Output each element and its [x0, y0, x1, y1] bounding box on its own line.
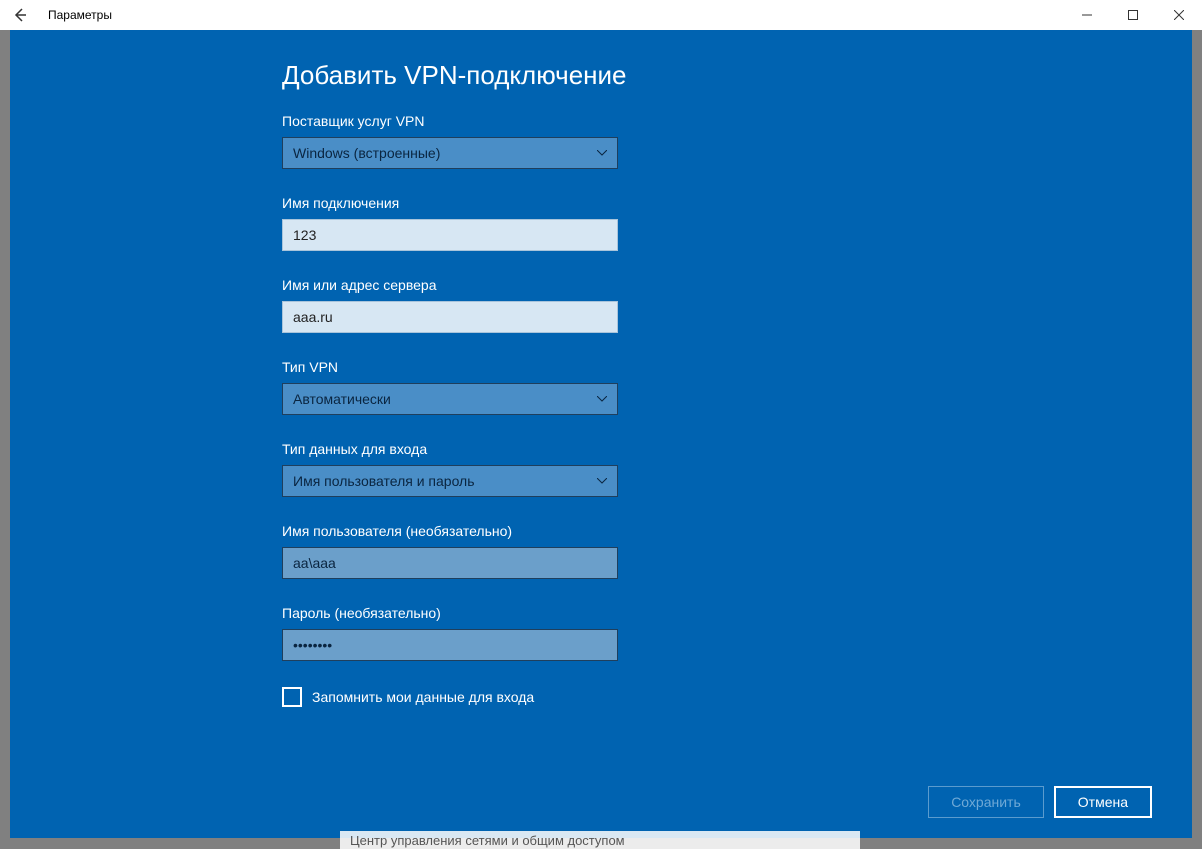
save-button[interactable]: Сохранить	[928, 786, 1044, 818]
provider-dropdown[interactable]: Windows (встроенные)	[282, 137, 618, 169]
chevron-down-icon	[597, 148, 607, 158]
server-address-label: Имя или адрес сервера	[282, 277, 1192, 293]
field-password: Пароль (необязательно)	[282, 605, 1192, 661]
vpn-type-label: Тип VPN	[282, 359, 1192, 375]
maximize-icon	[1128, 10, 1138, 20]
username-input[interactable]	[282, 547, 618, 579]
minimize-button[interactable]	[1064, 0, 1110, 30]
back-button[interactable]	[0, 0, 40, 30]
cancel-button[interactable]: Отмена	[1054, 786, 1152, 818]
vpn-type-value: Автоматически	[293, 391, 391, 407]
form-content: Добавить VPN-подключение Поставщик услуг…	[10, 30, 1192, 707]
minimize-icon	[1082, 10, 1092, 20]
password-label: Пароль (необязательно)	[282, 605, 1192, 621]
provider-label: Поставщик услуг VPN	[282, 113, 1192, 129]
field-connection-name: Имя подключения	[282, 195, 1192, 251]
window-controls	[1064, 0, 1202, 30]
remember-row: Запомнить мои данные для входа	[282, 687, 1192, 707]
add-vpn-overlay: Добавить VPN-подключение Поставщик услуг…	[10, 30, 1192, 838]
provider-value: Windows (встроенные)	[293, 145, 440, 161]
back-arrow-icon	[12, 7, 28, 23]
maximize-button[interactable]	[1110, 0, 1156, 30]
chevron-down-icon	[597, 394, 607, 404]
connection-name-input[interactable]	[282, 219, 618, 251]
vpn-type-dropdown[interactable]: Автоматически	[282, 383, 618, 415]
page-title: Добавить VPN-подключение	[282, 60, 1192, 91]
username-label: Имя пользователя (необязательно)	[282, 523, 1192, 539]
field-signin-type: Тип данных для входа Имя пользователя и …	[282, 441, 1192, 497]
field-username: Имя пользователя (необязательно)	[282, 523, 1192, 579]
remember-label: Запомнить мои данные для входа	[312, 689, 534, 705]
close-icon	[1174, 10, 1184, 20]
connection-name-label: Имя подключения	[282, 195, 1192, 211]
signin-type-label: Тип данных для входа	[282, 441, 1192, 457]
footer-link[interactable]: Центр управления сетями и общим доступом	[340, 831, 860, 849]
window-title: Параметры	[48, 8, 112, 22]
field-provider: Поставщик услуг VPN Windows (встроенные)	[282, 113, 1192, 169]
button-row: Сохранить Отмена	[928, 786, 1152, 818]
titlebar: Параметры	[0, 0, 1202, 30]
server-address-input[interactable]	[282, 301, 618, 333]
close-button[interactable]	[1156, 0, 1202, 30]
remember-checkbox[interactable]	[282, 687, 302, 707]
chevron-down-icon	[597, 476, 607, 486]
password-input[interactable]	[282, 629, 618, 661]
signin-type-value: Имя пользователя и пароль	[293, 473, 475, 489]
signin-type-dropdown[interactable]: Имя пользователя и пароль	[282, 465, 618, 497]
field-vpn-type: Тип VPN Автоматически	[282, 359, 1192, 415]
field-server-address: Имя или адрес сервера	[282, 277, 1192, 333]
